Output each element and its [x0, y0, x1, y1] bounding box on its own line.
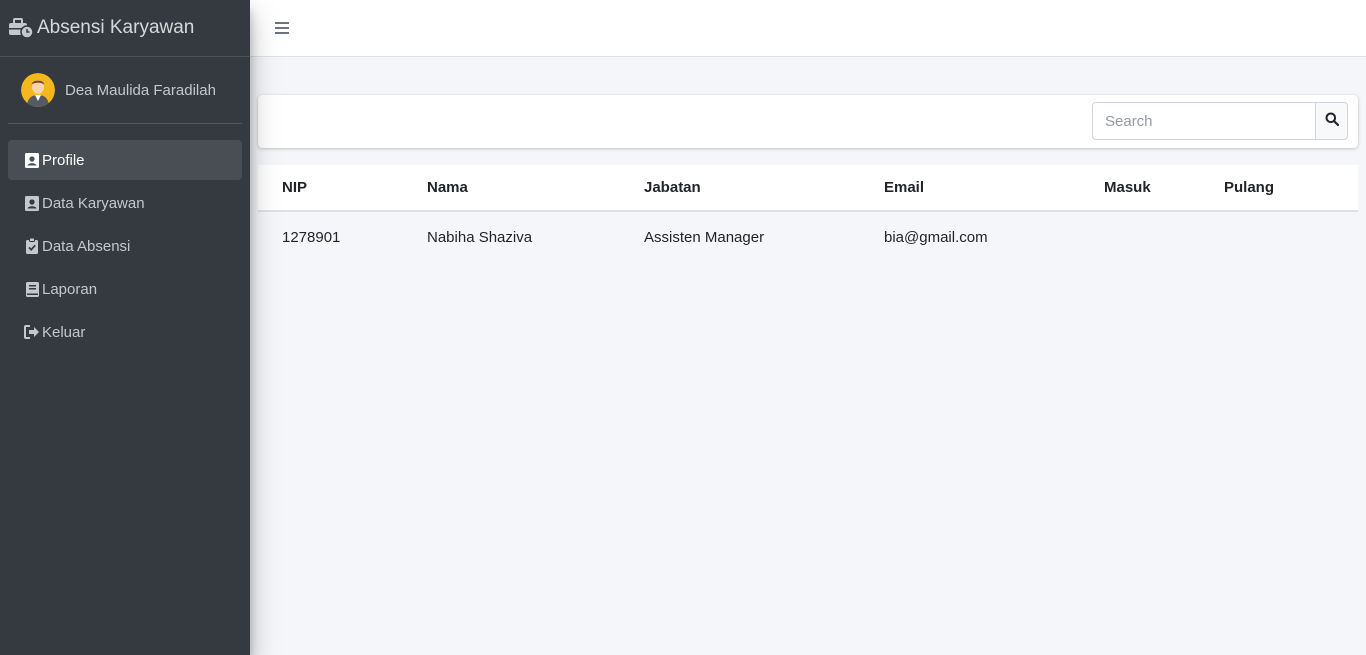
brand-text: Absensi Karyawan — [37, 17, 195, 38]
briefcase-clock-icon — [8, 17, 34, 39]
column-header-masuk: Masuk — [1104, 179, 1151, 196]
cell-nama: Nabiha Shaziva — [427, 228, 533, 246]
cell-jabatan: Assisten Manager — [644, 228, 765, 246]
search-input[interactable] — [1092, 102, 1316, 140]
sidebar-nav: Profile Data Karyawan Data Absensi Lapor… — [0, 140, 250, 352]
column-header-jabatan: Jabatan — [644, 179, 701, 196]
clipboard-check-icon — [24, 238, 40, 254]
sidebar-item-data-absensi[interactable]: Data Absensi — [8, 226, 242, 266]
sidebar-item-label: Profile — [42, 151, 85, 169]
sidebar: Absensi Karyawan Dea Maulida Faradilah P… — [0, 0, 250, 655]
brand-link[interactable]: Absensi Karyawan — [0, 0, 250, 57]
sidebar-item-label: Laporan — [42, 280, 98, 298]
user-name[interactable]: Dea Maulida Faradilah — [65, 82, 216, 99]
column-header-nip: NIP — [282, 179, 308, 196]
column-header-email: Email — [884, 179, 925, 196]
sidebar-item-data-karyawan[interactable]: Data Karyawan — [8, 183, 242, 223]
cell-nip: 1278901 — [282, 228, 341, 246]
sidebar-item-label: Keluar — [42, 323, 86, 341]
avatar[interactable] — [21, 73, 55, 107]
search-button[interactable] — [1315, 102, 1348, 140]
menu-toggle-icon[interactable] — [274, 20, 290, 36]
sidebar-item-keluar[interactable]: Keluar — [8, 312, 242, 352]
contact-card-icon — [24, 195, 40, 211]
column-header-nama: Nama — [427, 179, 468, 196]
sign-out-icon — [24, 324, 40, 340]
cell-email: bia@gmail.com — [884, 228, 988, 246]
sidebar-item-label: Data Absensi — [42, 237, 131, 255]
table-header-row: NIP Nama Jabatan Email Masuk Pulang — [258, 165, 1358, 212]
top-navbar — [250, 0, 1366, 57]
column-header-pulang: Pulang — [1224, 179, 1275, 196]
search-card — [258, 95, 1358, 148]
table-row: 1278901 Nabiha Shaziva Assisten Manager … — [258, 212, 1358, 262]
search-icon — [1325, 112, 1339, 131]
contact-card-icon — [24, 152, 40, 168]
sidebar-item-laporan[interactable]: Laporan — [8, 269, 242, 309]
attendance-table: NIP Nama Jabatan Email Masuk Pulang 1278… — [258, 165, 1358, 262]
book-icon — [24, 281, 40, 297]
user-panel: Dea Maulida Faradilah — [8, 57, 242, 124]
sidebar-item-label: Data Karyawan — [42, 194, 145, 212]
sidebar-item-profile[interactable]: Profile — [8, 140, 242, 180]
